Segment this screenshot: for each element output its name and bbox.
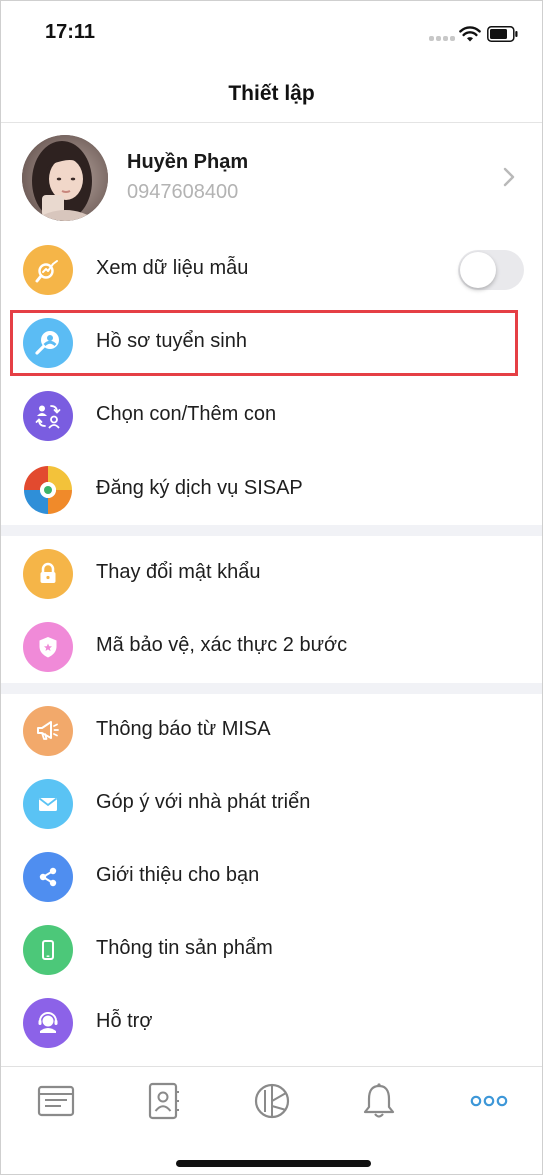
notification-bell-icon (363, 1083, 395, 1118)
menu-item-label: Hồ sơ tuyển sinh (96, 330, 247, 352)
profile-phone: 0947608400 (127, 181, 239, 203)
switch-child-icon (23, 391, 73, 441)
menu-item-label: Hỗ trợ (96, 1010, 153, 1032)
sample-data-row: Xem dữ liệu mẫu (1, 233, 542, 306)
menu-item-share[interactable]: Giới thiệu cho bạn (1, 840, 542, 913)
profile-name: Huyền Phạm (127, 151, 249, 173)
menu-item-feedback[interactable]: Góp ý với nhà phát triển (1, 767, 542, 840)
menu-item-label: Góp ý với nhà phát triển (96, 791, 311, 813)
menu-item-change-password[interactable]: Thay đổi mật khẩu (1, 537, 542, 610)
menu-item-select-child[interactable]: Chọn con/Thêm con (1, 379, 542, 452)
report-chart-icon (254, 1083, 290, 1119)
menu-item-label: Thay đổi mật khẩu (96, 561, 261, 583)
menu-item-label: Thông báo từ MISA (96, 718, 271, 740)
contacts-icon (148, 1082, 179, 1120)
news-icon (37, 1085, 75, 1117)
tab-contacts[interactable] (140, 1081, 186, 1121)
wifi-icon (459, 26, 481, 42)
menu-item-label: Đăng ký dịch vụ SISAP (96, 477, 303, 499)
menu-item-misa-notifications[interactable]: Thông báo từ MISA (1, 694, 542, 767)
sisap-logo-icon (21, 463, 75, 517)
mail-icon (23, 779, 73, 829)
navigation-bar: Thiết lập (1, 67, 542, 123)
support-agent-icon (23, 998, 73, 1048)
profile-row[interactable]: Huyền Phạm 0947608400 (1, 123, 542, 233)
menu-item-product-info[interactable]: Thông tin sản phẩm (1, 913, 542, 986)
phone-icon (23, 925, 73, 975)
toggle-knob (460, 252, 496, 288)
home-indicator (176, 1160, 371, 1167)
status-time: 17:11 (45, 21, 96, 43)
menu-item-label: Giới thiệu cho bạn (96, 864, 260, 886)
tab-report[interactable] (249, 1081, 295, 1121)
battery-icon (487, 26, 518, 42)
tab-news[interactable] (33, 1081, 79, 1121)
menu-item-label: Chọn con/Thêm con (96, 403, 277, 425)
avatar (22, 135, 108, 221)
admission-profile-icon (23, 318, 73, 368)
tab-bar (1, 1066, 542, 1174)
tab-more[interactable] (466, 1081, 512, 1121)
sample-data-label: Xem dữ liệu mẫu (96, 257, 249, 279)
menu-item-sisap[interactable]: Đăng ký dịch vụ SISAP (1, 453, 542, 526)
screen: 17:11 Thiết lập Huyền Phạm 0947608400 Xe… (0, 0, 543, 1175)
more-dots-icon (470, 1095, 508, 1107)
section-separator (1, 683, 542, 694)
signal-icon (429, 36, 455, 42)
section-separator (1, 525, 542, 536)
menu-item-two-step-verification[interactable]: Mã bảo vệ, xác thực 2 bước (1, 610, 542, 683)
tab-notifications[interactable] (356, 1081, 402, 1121)
menu-item-label: Mã bảo vệ, xác thực 2 bước (96, 634, 348, 656)
sample-data-toggle[interactable] (458, 250, 524, 290)
share-icon (23, 852, 73, 902)
menu-item-admission-profile[interactable]: Hồ sơ tuyển sinh (1, 306, 542, 379)
menu-item-label: Thông tin sản phẩm (96, 937, 273, 959)
megaphone-icon (23, 706, 73, 756)
lock-icon (23, 549, 73, 599)
chevron-right-icon (503, 167, 515, 187)
page-title: Thiết lập (228, 82, 315, 105)
status-bar: 17:11 (1, 1, 542, 67)
menu-item-support[interactable]: Hỗ trợ (1, 986, 542, 1059)
sample-data-icon (23, 245, 73, 295)
shield-icon (23, 622, 73, 672)
